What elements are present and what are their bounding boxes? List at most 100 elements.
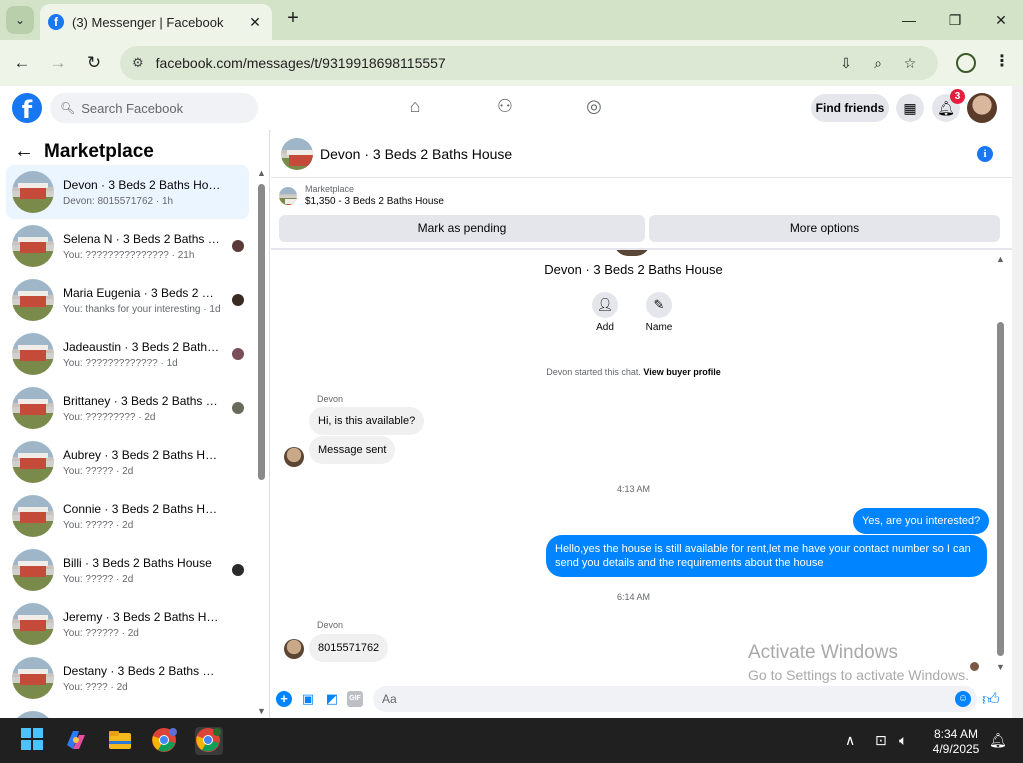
volume-icon[interactable]: 🔈︎ (899, 732, 907, 749)
find-friends-button[interactable]: Find friends (811, 94, 889, 122)
friends-icon[interactable]: ⚇ (493, 96, 517, 120)
incoming-message[interactable]: Message sent (309, 436, 396, 464)
sender-name: Devon (317, 620, 344, 630)
back-arrow-icon[interactable]: ← (14, 140, 34, 163)
incoming-message[interactable]: 8015571762 (309, 634, 389, 662)
home-icon[interactable]: ⌂ (403, 96, 427, 120)
listing-summary[interactable]: Marketplace $1,350 - 3 Beds 2 Baths Hous… (279, 184, 444, 207)
scroll-up-arrow-icon[interactable]: ▲ (996, 254, 1005, 264)
zoom-icon[interactable]: ⌕ (862, 55, 894, 72)
copilot-icon[interactable] (63, 727, 91, 755)
edit-name-icon[interactable]: ✎ (646, 292, 672, 318)
scrollbar-thumb[interactable] (997, 322, 1004, 656)
search-placeholder: Search Facebook (81, 100, 184, 116)
listing-thumbnail (279, 186, 297, 205)
notification-center-icon[interactable]: 🔔︎ (989, 732, 1007, 749)
facebook-logo[interactable]: f (12, 93, 42, 124)
conversation-item[interactable]: Jadeaustin · 3 Beds 2 Baths H... You: ??… (6, 327, 249, 381)
view-buyer-profile-link[interactable]: View buyer profile (643, 367, 720, 377)
tab-close-icon[interactable]: ✕ (246, 14, 264, 31)
conversation-name: Destany · 3 Beds 2 Baths House (63, 663, 221, 678)
scrollbar-thumb[interactable] (258, 184, 265, 480)
mark-as-pending-button[interactable]: Mark as pending (279, 215, 645, 242)
sticker-icon[interactable]: ◩ (324, 691, 340, 707)
chevron-up-icon[interactable]: ∧ (845, 732, 855, 749)
sender-avatar[interactable] (284, 447, 304, 467)
notification-badge: 3 (950, 89, 965, 104)
conversation-item[interactable]: Maria Eugenia · 3 Beds 2 Bat... You: tha… (6, 273, 249, 327)
chrome-icon[interactable] (151, 727, 179, 755)
outgoing-message[interactable]: Hello,yes the house is still available f… (546, 535, 987, 577)
reload-button[interactable]: ↻ (82, 51, 106, 75)
search-facebook-field[interactable]: 🔍︎ Search Facebook (50, 93, 258, 123)
browser-menu-icon[interactable]: ⋮ (994, 51, 1010, 71)
thumbs-up-icon[interactable]: 👍︎ (982, 689, 1000, 710)
chat-title[interactable]: Devon · 3 Beds 2 Baths House (320, 146, 512, 162)
close-window-button[interactable]: ✕ (986, 8, 1016, 32)
message-composer: + ▣ ◩ GIF ☺ 👍︎ (271, 682, 1012, 718)
install-app-icon[interactable]: ⇩ (830, 55, 862, 72)
sidebar-scrollbar[interactable]: ▲ ▼ (257, 168, 266, 716)
system-clock[interactable]: 8:34 AM 4/9/2025 (926, 727, 986, 757)
scroll-up-arrow-icon[interactable]: ▲ (257, 168, 266, 178)
profile-icon[interactable] (956, 53, 976, 73)
conversation-item[interactable]: Connie · 3 Beds 2 Baths House You: ?????… (6, 489, 249, 543)
scroll-down-arrow-icon[interactable]: ▼ (996, 662, 1005, 672)
listing-thumbnail (12, 279, 54, 321)
started-text: Devon started this chat. (546, 367, 641, 377)
conversation-item[interactable]: Devon · 3 Beds 2 Baths House Devon: 8015… (6, 165, 249, 219)
scroll-down-arrow-icon[interactable]: ▼ (257, 706, 266, 716)
conversation-item[interactable]: Jeremy · 3 Beds 2 Baths House You: ?????… (6, 597, 249, 651)
conversation-item[interactable]: Destany · 3 Beds 2 Baths House You: ????… (6, 651, 249, 705)
more-options-button[interactable]: More options (649, 215, 1000, 242)
add-person-icon[interactable]: 👤︎ (592, 292, 618, 318)
bookmark-star-icon[interactable]: ☆ (894, 55, 926, 72)
minimize-button[interactable]: — (894, 8, 924, 32)
message-input[interactable] (373, 686, 977, 712)
conversation-name: Devon · 3 Beds 2 Baths House (63, 177, 221, 192)
windows-start-icon[interactable] (20, 727, 48, 755)
site-info-icon[interactable]: ⚙ (132, 55, 144, 71)
gif-icon[interactable]: GIF (347, 691, 363, 707)
incoming-message[interactable]: Hi, is this available? (309, 407, 425, 435)
forward-button[interactable]: → (46, 51, 70, 75)
more-actions-icon[interactable]: + (276, 691, 292, 707)
outgoing-message[interactable]: Yes, are you interested? (853, 508, 990, 534)
info-icon[interactable]: i (977, 146, 993, 162)
emoji-icon[interactable]: ☺ (955, 691, 971, 707)
browser-toolbar: ← → ↻ ⚙ facebook.com/messages/t/93199186… (0, 40, 1023, 86)
windows-taskbar: ∧ ⊡ 🔈︎ 8:34 AM 4/9/2025 🔔︎ (0, 718, 1023, 763)
sender-avatar[interactable] (284, 639, 304, 659)
network-icon[interactable]: ⊡ (875, 732, 887, 749)
menu-grid-icon[interactable]: ▦ (896, 94, 924, 122)
attach-photo-icon[interactable]: ▣ (300, 691, 316, 707)
chat-scrollbar[interactable]: ▲ ▼ (996, 250, 1005, 680)
account-avatar[interactable] (967, 93, 997, 123)
conversation-item[interactable]: Selena N · 3 Beds 2 Baths Ho... You: ???… (6, 219, 249, 273)
url-text[interactable]: facebook.com/messages/t/9319918698115557 (156, 55, 830, 71)
conversation-preview: You: ????? · 2d (63, 465, 134, 477)
conversation-item[interactable]: Billi · 3 Beds 2 Baths House You: ????? … (6, 543, 249, 597)
conversation-name: Aubrey · 3 Beds 2 Baths House (63, 447, 221, 462)
new-tab-button[interactable]: + (282, 8, 304, 30)
listing-price: $1,350 - 3 Beds 2 Baths House (305, 196, 444, 207)
conversation-item[interactable] (6, 705, 249, 718)
back-button[interactable]: ← (10, 51, 34, 75)
browser-tab[interactable]: f (3) Messenger | Facebook ✕ (40, 4, 272, 40)
tab-search-button[interactable]: ⌄ (6, 6, 34, 34)
chat-listing-thumbnail[interactable] (281, 137, 313, 170)
conversation-preview: You: ????????????? · 1d (63, 357, 178, 369)
groups-icon[interactable]: ◎ (582, 96, 606, 120)
address-bar[interactable]: ⚙ facebook.com/messages/t/93199186981155… (120, 46, 938, 80)
restore-button[interactable]: ❐ (940, 8, 970, 32)
timestamp: 6:14 AM (616, 592, 651, 602)
conversation-item[interactable]: Brittaney · 3 Beds 2 Baths Ho... You: ??… (6, 381, 249, 435)
page-scrollbar[interactable] (1012, 86, 1023, 718)
conversation-preview: You: thanks for your interesting · 1d (63, 303, 221, 315)
conversation-item[interactable]: Aubrey · 3 Beds 2 Baths House You: ?????… (6, 435, 249, 489)
listing-thumbnail (12, 333, 54, 375)
listing-label: Marketplace (305, 184, 355, 194)
file-explorer-icon[interactable] (107, 727, 135, 755)
chrome-active-icon[interactable] (195, 727, 223, 755)
listing-thumbnail (12, 549, 54, 591)
